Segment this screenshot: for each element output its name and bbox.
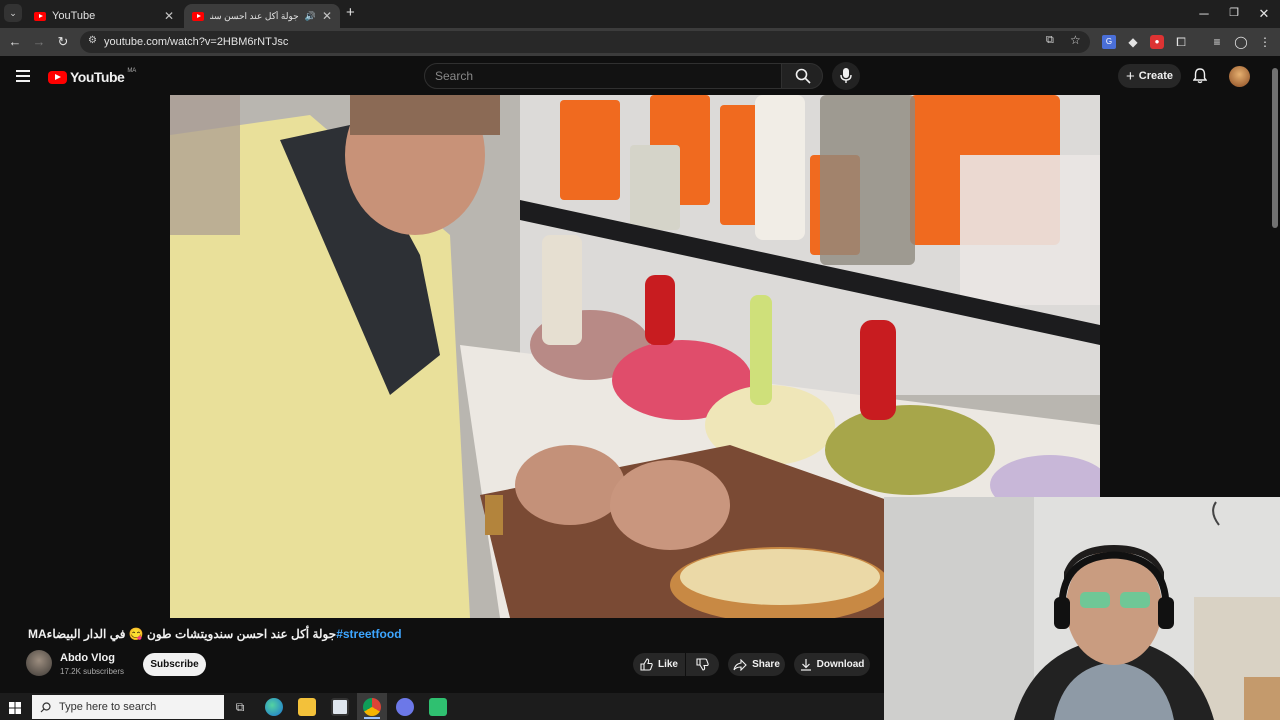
install-app-icon[interactable]: ⧉ [1046,34,1054,47]
subscribe-button[interactable]: Subscribe [143,653,206,676]
browser-tab-strip: ⌄ YouTube ✕ جولة أكل عند احسن سندويتـ 🔊 … [0,0,1280,28]
audio-playing-icon[interactable]: 🔊 [305,11,316,22]
taskbar-search-placeholder: Type here to search [59,701,157,713]
share-icon [733,658,747,671]
windows-start-icon[interactable] [9,701,21,714]
webcam-overlay [884,497,1280,720]
media-control-icon[interactable]: ≡ [1210,35,1224,49]
minimize-icon[interactable]: ─ [1194,6,1214,21]
search-button[interactable] [781,63,823,89]
youtube-header: YouTube MA Search + Create [0,56,1280,96]
address-bar[interactable]: ⚙ youtube.com/watch?v=2HBM6rNTJsc ⧉ ☆ [80,31,1090,53]
chrome-icon[interactable] [363,698,381,716]
region-badge: MA [127,68,137,74]
youtube-play-icon [48,70,67,84]
close-icon[interactable]: ✕ [164,9,174,23]
tab-youtube[interactable]: YouTube ✕ [26,4,182,28]
file-explorer-icon[interactable] [298,698,316,716]
window-close-icon[interactable]: ✕ [1254,6,1274,22]
back-icon[interactable]: ← [6,34,24,49]
tab-title: YouTube [52,10,96,22]
browser-toolbar: ← → ↻ ⚙ youtube.com/watch?v=2HBM6rNTJsc … [0,28,1280,56]
menu-icon[interactable] [16,69,30,82]
edge-icon[interactable] [265,698,283,716]
like-icon [640,658,653,671]
tab-search-dropdown[interactable]: ⌄ [4,4,22,22]
voice-search-button[interactable] [832,62,860,90]
share-button[interactable]: Share [728,653,785,676]
restore-icon[interactable]: ❐ [1224,6,1244,19]
bookmark-star-icon[interactable]: ☆ [1070,33,1081,47]
extension-diamond-icon[interactable]: ◆ [1126,35,1140,49]
translate-extension-icon[interactable]: G [1102,35,1116,49]
search-icon [40,701,51,712]
chrome-active-indicator [364,717,380,719]
extension-red-icon[interactable]: ● [1150,35,1164,49]
channel-name[interactable]: Abdo Vlog [60,652,115,664]
download-button[interactable]: Download [794,653,870,676]
channel-avatar[interactable] [26,650,52,676]
tab-video[interactable]: جولة أكل عند احسن سندويتـ 🔊 ✕ [184,4,340,28]
profile-icon[interactable]: ◯ [1234,35,1248,49]
download-label: Download [816,659,865,670]
account-avatar[interactable] [1229,66,1250,87]
site-info-icon[interactable]: ⚙ [88,35,97,46]
create-button[interactable]: + Create [1118,64,1181,88]
like-button[interactable]: Like [633,653,685,676]
create-label: Create [1138,70,1173,82]
plus-icon: + [1125,67,1135,85]
video-title: جولة أكل عند احسن سندويتشات طون 😋 في الد… [28,627,588,641]
taskbar-search-input[interactable]: Type here to search [32,695,224,719]
youtube-favicon-icon [34,11,46,21]
new-tab-button[interactable]: + [346,4,355,21]
url-text: youtube.com/watch?v=2HBM6rNTJsc [104,36,289,48]
video-title-text: جولة أكل عند احسن سندويتشات طون 😋 في الد… [28,627,337,641]
dislike-button[interactable] [686,653,719,676]
share-label: Share [752,659,780,670]
task-view-icon[interactable]: ⧉ [231,698,249,716]
store-icon[interactable] [331,698,349,716]
search-icon [795,68,811,84]
search-input[interactable]: Search [424,63,782,89]
forward-icon[interactable]: → [30,34,48,49]
bell-icon[interactable] [1192,68,1208,89]
reload-icon[interactable]: ↻ [54,34,72,50]
tab-title: جولة أكل عند احسن سندويتـ [210,10,299,21]
page-scrollbar[interactable] [1272,68,1278,228]
webcam-feed-image [884,497,1280,720]
mic-icon [840,68,852,83]
like-label: Like [657,659,678,670]
app-green-icon[interactable] [429,698,447,716]
download-icon [800,659,811,671]
discord-icon[interactable] [396,698,414,716]
close-icon[interactable]: ✕ [322,9,332,23]
windows-taskbar: Type here to search ⧉ [0,693,884,720]
extensions-puzzle-icon[interactable]: ⧠ [1174,35,1188,49]
subscriber-count: 17.2K subscribers [60,667,125,676]
more-menu-icon[interactable]: ⋮ [1258,35,1272,49]
youtube-logo[interactable]: YouTube MA [48,68,137,85]
video-hashtag-link[interactable]: #streetfood [336,627,401,641]
youtube-logo-text: YouTube [70,69,125,85]
youtube-favicon-icon [192,11,204,21]
dislike-icon [696,658,709,671]
